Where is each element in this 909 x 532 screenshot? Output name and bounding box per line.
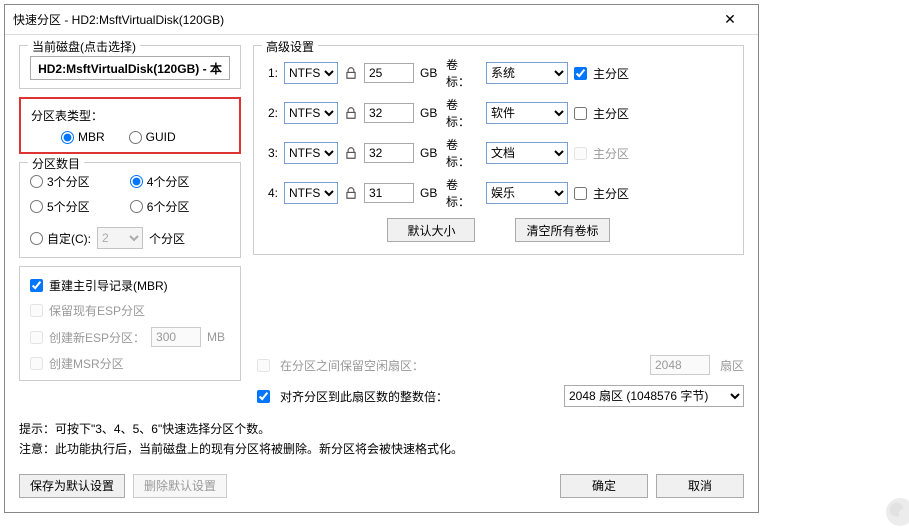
- close-button[interactable]: ✕: [710, 11, 750, 28]
- advanced-legend: 高级设置: [262, 38, 318, 55]
- lock-icon[interactable]: [344, 66, 358, 80]
- size-input[interactable]: [364, 143, 414, 163]
- ok-button[interactable]: 确定: [560, 474, 648, 498]
- partition-row: 4: NTFS GB 卷标： 娱乐 主分区: [264, 176, 733, 210]
- new-esp-checkbox: [30, 331, 43, 344]
- volume-label-text: 卷标：: [446, 136, 480, 170]
- create-msr-checkbox: 创建MSR分区: [30, 355, 230, 372]
- delete-default-button: 删除默认设置: [133, 474, 227, 498]
- count-custom-select[interactable]: 2: [97, 227, 143, 249]
- ptable-legend: 分区表类型：: [31, 107, 229, 124]
- size-input[interactable]: [364, 63, 414, 83]
- align-sectors-select[interactable]: 2048 扇区 (1048576 字节): [564, 385, 744, 407]
- size-unit: GB: [420, 106, 440, 120]
- new-esp-row: 创建新ESP分区： MB: [30, 327, 230, 347]
- align-sectors-checkbox[interactable]: [257, 390, 270, 403]
- count-4-radio[interactable]: 4个分区: [130, 173, 190, 190]
- dialog-window: 快速分区 - HD2:MsftVirtualDisk(120GB) ✕ 当前磁盘…: [4, 4, 759, 513]
- hint-line-2: 注意：此功能执行后，当前磁盘上的现有分区将被删除。新分区将会被快速格式化。: [19, 439, 744, 459]
- count-custom-radio[interactable]: 自定(C):: [30, 230, 91, 247]
- titlebar: 快速分区 - HD2:MsftVirtualDisk(120GB) ✕: [5, 5, 758, 35]
- primary-partition-checkbox[interactable]: [574, 107, 587, 120]
- primary-partition-label: 主分区: [593, 185, 629, 202]
- advanced-settings-group: 高级设置 1:NTFSGB卷标：系统主分区2:NTFSGB卷标：软件主分区3:N…: [253, 45, 744, 255]
- partition-row: 1: NTFS GB 卷标： 系统 主分区: [264, 56, 733, 90]
- align-sectors-row: 对齐分区到此扇区数的整数倍： 2048 扇区 (1048576 字节): [257, 385, 744, 407]
- row-index: 4:: [264, 186, 278, 200]
- ptable-mbr-radio[interactable]: MBR: [61, 130, 105, 144]
- filesystem-select[interactable]: NTFS: [284, 102, 338, 124]
- primary-partition-label: 主分区: [593, 65, 629, 82]
- volume-label-text: 卷标：: [446, 96, 480, 130]
- filesystem-select[interactable]: NTFS: [284, 142, 338, 164]
- save-default-button[interactable]: 保存为默认设置: [19, 474, 125, 498]
- primary-partition-label: 主分区: [593, 105, 629, 122]
- volume-label-text: 卷标：: [446, 56, 480, 90]
- gap-sectors-row: 在分区之间保留空闲扇区： 扇区: [257, 355, 744, 375]
- size-unit: GB: [420, 186, 440, 200]
- row-index: 1:: [264, 66, 278, 80]
- gap-sectors-checkbox: [257, 359, 270, 372]
- primary-partition-checkbox[interactable]: [574, 67, 587, 80]
- lock-icon[interactable]: [344, 106, 358, 120]
- primary-partition-checkbox: [574, 147, 587, 160]
- count-5-radio[interactable]: 5个分区: [30, 198, 90, 215]
- count-6-radio[interactable]: 6个分区: [130, 198, 190, 215]
- count-custom-unit: 个分区: [149, 230, 185, 247]
- primary-partition-checkbox[interactable]: [574, 187, 587, 200]
- volume-label-select[interactable]: 软件: [486, 102, 568, 124]
- partition-row: 3: NTFS GB 卷标： 文档 主分区: [264, 136, 733, 170]
- size-unit: GB: [420, 146, 440, 160]
- current-disk-group: 当前磁盘(点击选择) HD2:MsftVirtualDisk(120GB) - …: [19, 45, 241, 89]
- lock-icon[interactable]: [344, 186, 358, 200]
- keep-esp-checkbox: 保留现有ESP分区: [30, 302, 230, 319]
- clear-labels-button[interactable]: 清空所有卷标: [515, 218, 609, 242]
- current-disk-legend: 当前磁盘(点击选择): [28, 38, 140, 55]
- rebuild-mbr-checkbox[interactable]: 重建主引导记录(MBR): [30, 277, 230, 294]
- gap-sectors-input: [650, 355, 710, 375]
- filesystem-select[interactable]: NTFS: [284, 62, 338, 84]
- size-input[interactable]: [364, 103, 414, 123]
- count-legend: 分区数目: [28, 155, 84, 172]
- watermark: 公众号 · 网管爱好者: [886, 498, 909, 526]
- window-title: 快速分区 - HD2:MsftVirtualDisk(120GB): [13, 11, 710, 28]
- hint-line-1: 提示：可按下"3、4、5、6"快速选择分区个数。: [19, 419, 744, 439]
- count-3-radio[interactable]: 3个分区: [30, 173, 90, 190]
- cancel-button[interactable]: 取消: [656, 474, 744, 498]
- volume-label-select[interactable]: 文档: [486, 142, 568, 164]
- volume-label-text: 卷标：: [446, 176, 480, 210]
- footer: 保存为默认设置 删除默认设置 确定 取消: [19, 474, 744, 498]
- row-index: 3:: [264, 146, 278, 160]
- extra-options: 在分区之间保留空闲扇区： 扇区 对齐分区到此扇区数的整数倍： 2048 扇区 (…: [253, 355, 744, 407]
- size-unit: GB: [420, 66, 440, 80]
- disk-select-dropdown[interactable]: HD2:MsftVirtualDisk(120GB) - 本: [30, 56, 230, 80]
- lock-icon[interactable]: [344, 146, 358, 160]
- new-esp-size-input: [151, 327, 201, 347]
- row-index: 2:: [264, 106, 278, 120]
- filesystem-select[interactable]: NTFS: [284, 182, 338, 204]
- volume-label-select[interactable]: 娱乐: [486, 182, 568, 204]
- hints: 提示：可按下"3、4、5、6"快速选择分区个数。 注意：此功能执行后，当前磁盘上…: [19, 419, 744, 460]
- partition-count-group: 分区数目 3个分区 4个分区 5个分区 6个分区 自定(C): 2: [19, 162, 241, 258]
- ptable-guid-radio[interactable]: GUID: [129, 130, 176, 144]
- size-input[interactable]: [364, 183, 414, 203]
- rebuild-group: 重建主引导记录(MBR) 保留现有ESP分区 创建新ESP分区： MB: [19, 266, 241, 381]
- wechat-icon: [886, 498, 909, 526]
- partition-table-type-group: 分区表类型： MBR GUID: [19, 97, 241, 154]
- primary-partition-label: 主分区: [593, 145, 629, 162]
- volume-label-select[interactable]: 系统: [486, 62, 568, 84]
- default-size-button[interactable]: 默认大小: [387, 218, 475, 242]
- partition-row: 2: NTFS GB 卷标： 软件 主分区: [264, 96, 733, 130]
